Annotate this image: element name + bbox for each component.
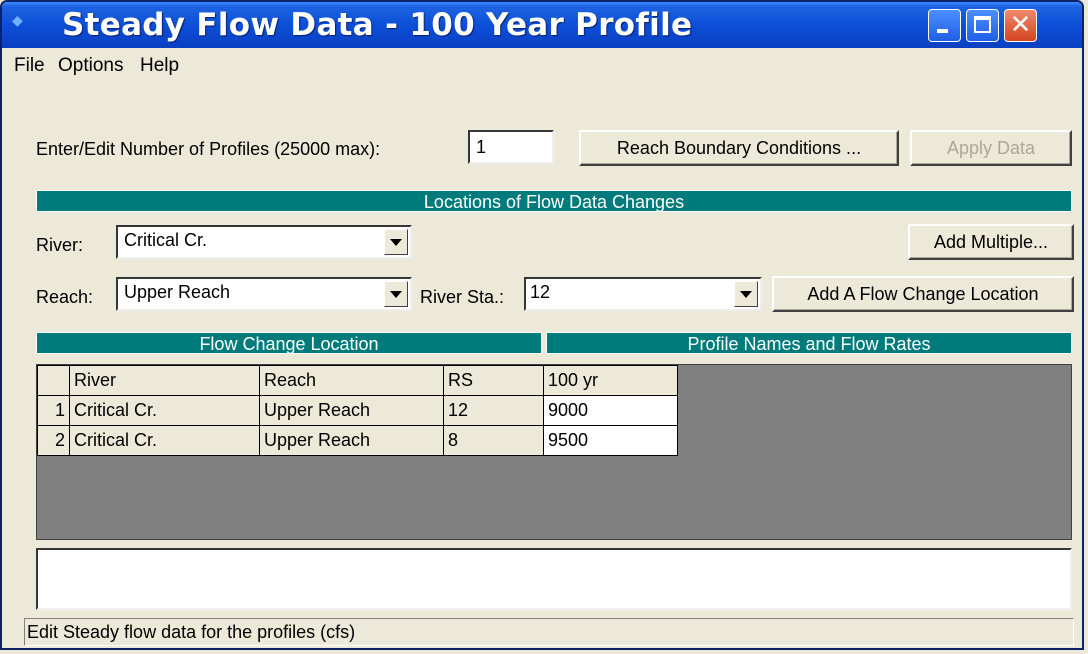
column-header-rs: RS bbox=[443, 365, 544, 396]
profile-names-flow-rates-header: Profile Names and Flow Rates bbox=[546, 332, 1072, 354]
river-dropdown-icon[interactable] bbox=[384, 229, 408, 255]
status-bar: Edit Steady flow data for the profiles (… bbox=[24, 618, 1074, 646]
menu-help[interactable]: Help bbox=[140, 55, 179, 77]
reach-select[interactable]: Upper Reach bbox=[116, 277, 412, 311]
title-bar[interactable]: ◆ Steady Flow Data - 100 Year Profile ✕ bbox=[2, 2, 1082, 48]
column-header-reach: Reach bbox=[259, 365, 444, 396]
column-header-river: River bbox=[69, 365, 260, 396]
menu-options[interactable]: Options bbox=[58, 55, 123, 77]
reach-select-value: Upper Reach bbox=[124, 282, 231, 302]
close-icon: ✕ bbox=[1009, 10, 1032, 40]
cell-reach[interactable]: Upper Reach bbox=[259, 395, 444, 426]
apply-data-button[interactable]: Apply Data bbox=[910, 130, 1072, 166]
row-number-header bbox=[37, 365, 70, 396]
row-number: 2 bbox=[37, 425, 70, 456]
menu-bar: File Options Help bbox=[2, 50, 1082, 82]
cell-rs[interactable]: 8 bbox=[443, 425, 544, 456]
river-station-dropdown-icon[interactable] bbox=[734, 281, 758, 307]
flow-data-table: River Reach RS 100 yr 1 Critical Cr. Upp… bbox=[37, 365, 678, 456]
table-header-row: River Reach RS 100 yr bbox=[37, 365, 678, 396]
steady-flow-window: ◆ Steady Flow Data - 100 Year Profile ✕ … bbox=[0, 0, 1084, 650]
river-select[interactable]: Critical Cr. bbox=[116, 225, 412, 259]
cell-flow-rate[interactable]: 9500 bbox=[543, 425, 678, 456]
row-number: 1 bbox=[37, 395, 70, 426]
minimize-button[interactable] bbox=[928, 9, 961, 42]
cell-reach[interactable]: Upper Reach bbox=[259, 425, 444, 456]
cell-flow-rate[interactable]: 9000 bbox=[543, 395, 678, 426]
profiles-count-input[interactable]: 1 bbox=[468, 130, 554, 164]
column-header-profile: 100 yr bbox=[543, 365, 678, 396]
status-text: Edit Steady flow data for the profiles (… bbox=[27, 622, 356, 642]
cell-river[interactable]: Critical Cr. bbox=[69, 395, 260, 426]
minimize-icon bbox=[937, 29, 948, 33]
close-button[interactable]: ✕ bbox=[1004, 9, 1037, 42]
river-select-value: Critical Cr. bbox=[124, 230, 208, 250]
reach-dropdown-icon[interactable] bbox=[384, 281, 408, 307]
river-station-label: River Sta.: bbox=[420, 287, 505, 307]
river-station-select[interactable]: 12 bbox=[524, 277, 762, 311]
maximize-icon bbox=[974, 16, 991, 33]
flow-change-location-header: Flow Change Location bbox=[36, 332, 542, 354]
profiles-count-label: Enter/Edit Number of Profiles (25000 max… bbox=[36, 139, 381, 159]
menu-file[interactable]: File bbox=[14, 55, 45, 77]
message-box bbox=[36, 548, 1072, 610]
profiles-count-value: 1 bbox=[476, 137, 487, 157]
maximize-button[interactable] bbox=[966, 9, 999, 42]
cell-river[interactable]: Critical Cr. bbox=[69, 425, 260, 456]
cell-rs[interactable]: 12 bbox=[443, 395, 544, 426]
system-menu-icon[interactable]: ◆ bbox=[12, 12, 30, 30]
locations-header: Locations of Flow Data Changes bbox=[36, 190, 1072, 212]
reach-boundary-conditions-button[interactable]: Reach Boundary Conditions ... bbox=[579, 130, 899, 166]
window-title: Steady Flow Data - 100 Year Profile bbox=[62, 7, 693, 43]
table-row: 2 Critical Cr. Upper Reach 8 9500 bbox=[37, 425, 678, 456]
river-station-select-value: 12 bbox=[530, 282, 551, 302]
reach-label: Reach: bbox=[36, 287, 94, 307]
flow-data-grid: River Reach RS 100 yr 1 Critical Cr. Upp… bbox=[36, 364, 1072, 540]
table-row: 1 Critical Cr. Upper Reach 12 9000 bbox=[37, 395, 678, 426]
add-multiple-button[interactable]: Add Multiple... bbox=[908, 224, 1074, 260]
add-flow-change-location-button[interactable]: Add A Flow Change Location bbox=[772, 276, 1074, 312]
river-label: River: bbox=[36, 235, 84, 255]
